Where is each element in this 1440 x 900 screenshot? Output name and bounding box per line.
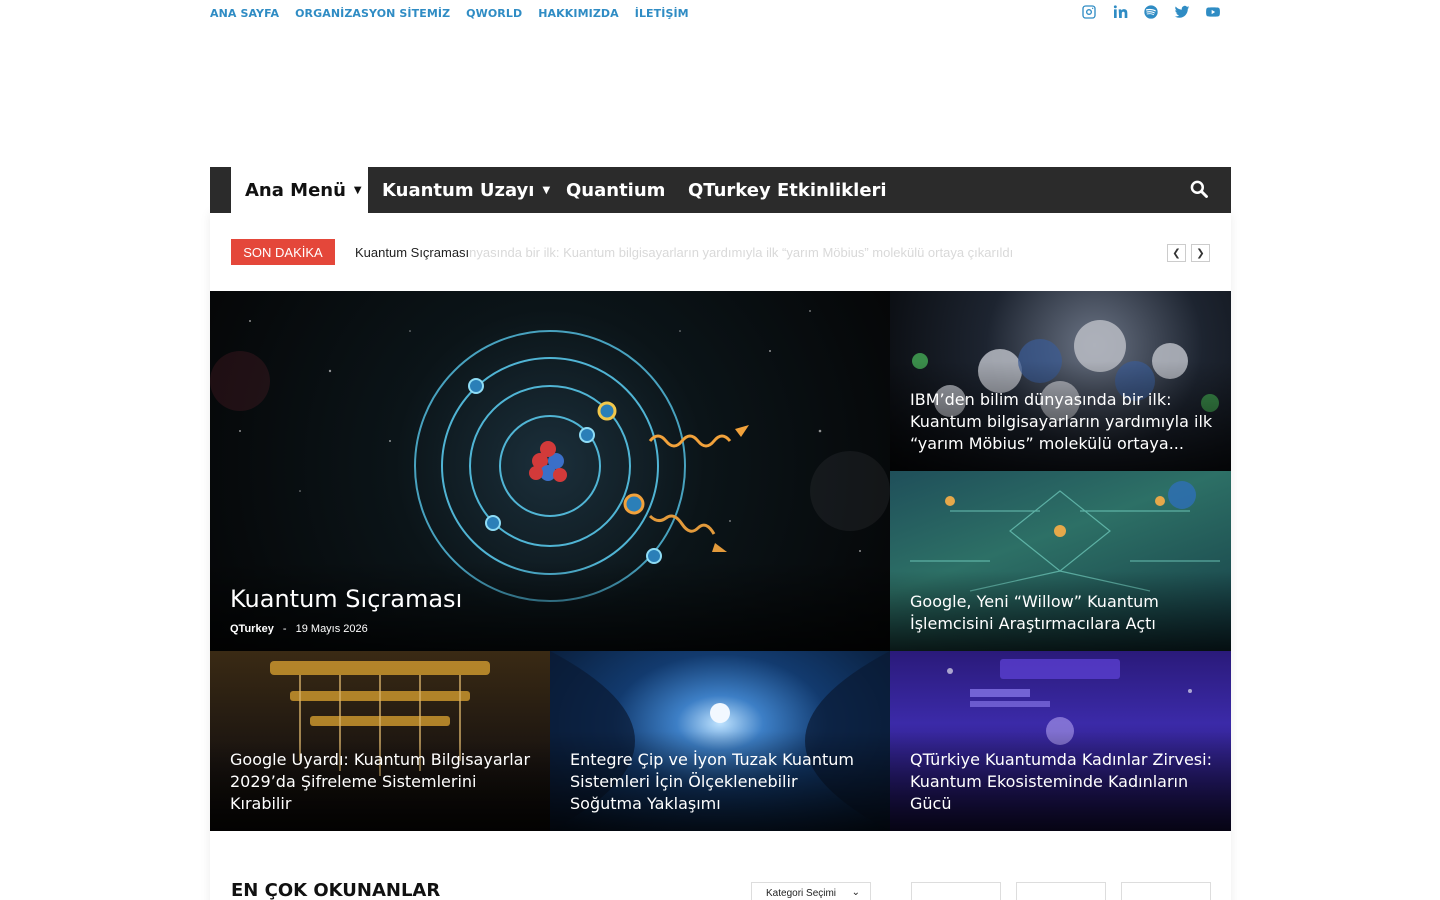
ticker-next-button[interactable]: ❯: [1191, 244, 1210, 262]
chevron-right-icon: ❯: [1196, 247, 1205, 259]
top-link-about[interactable]: HAKKIMIZDA: [538, 7, 619, 20]
bottom-post-2-title[interactable]: Entegre Çip ve İyon Tuzak Kuantum Sistem…: [570, 749, 872, 815]
featured-post-title[interactable]: Kuantum Sıçraması: [230, 585, 462, 613]
category-select[interactable]: Kategori Seçimi ⌄: [751, 882, 871, 900]
youtube-icon[interactable]: [1203, 3, 1223, 21]
menu-item-quantium[interactable]: Quantium: [566, 167, 665, 213]
search-icon[interactable]: [1189, 179, 1211, 201]
top-link-organization[interactable]: ORGANİZASYON SİTEMİZ: [295, 7, 450, 20]
side-post-1-title[interactable]: IBM’den bilim dünyasında bir ilk: Kuantu…: [910, 389, 1213, 455]
bottom-post-1-title[interactable]: Google Uyardı: Kuantum Bilgisayarlar 202…: [230, 749, 532, 815]
breaking-news-ticker[interactable]: Kuantum Sıçramasınyasında bir ilk: Kuant…: [355, 245, 1013, 260]
social-links: [1079, 3, 1223, 21]
menu-item-label: Kuantum Uzayı: [382, 179, 535, 201]
menu-item-kuantum-uzayi[interactable]: Kuantum Uzayı ▼: [382, 167, 550, 213]
social-counter-instagram[interactable]: [911, 882, 1001, 900]
main-menu: Ana Menü ▼ Kuantum Uzayı ▼ Quantium QTur…: [210, 167, 1231, 213]
top-link-contact[interactable]: İLETİŞİM: [635, 7, 689, 20]
category-select-value: Kategori Seçimi: [766, 887, 837, 899]
top-link-qworld[interactable]: QWORLD: [466, 7, 522, 20]
bottom-post-1[interactable]: Google Uyardı: Kuantum Bilgisayarlar 202…: [210, 651, 550, 831]
instagram-icon[interactable]: [1079, 3, 1099, 21]
meta-separator: -: [282, 623, 287, 635]
chevron-left-icon: ❮: [1172, 247, 1181, 259]
featured-post-meta: QTurkey - 19 Mayıs 2026: [230, 623, 368, 635]
social-counter-youtube[interactable]: [1121, 882, 1211, 900]
bottom-post-2[interactable]: Entegre Çip ve İyon Tuzak Kuantum Sistem…: [550, 651, 890, 831]
social-counter-linkedin[interactable]: [1016, 882, 1106, 900]
side-post-2-title[interactable]: Google, Yeni “Willow” Kuantum İşlemcisin…: [910, 591, 1213, 635]
ticker-prev-button[interactable]: ❮: [1167, 244, 1186, 262]
top-link-home[interactable]: ANA SAYFA: [210, 7, 279, 20]
menu-item-label: QTurkey Etkinlikleri: [688, 179, 887, 201]
chevron-down-icon: ⌄: [851, 887, 860, 898]
ticker-headline[interactable]: Kuantum Sıçraması: [355, 245, 469, 260]
featured-post[interactable]: Kuantum Sıçraması QTurkey - 19 Mayıs 202…: [210, 291, 890, 651]
menu-item-qturkey-etkinlikleri[interactable]: QTurkey Etkinlikleri: [688, 167, 887, 213]
chevron-down-icon: ▼: [542, 184, 551, 196]
menu-item-label: Ana Menü: [245, 179, 346, 201]
breaking-news-badge: SON DAKİKA: [231, 239, 335, 265]
featured-post-date: 19 Mayıs 2026: [295, 623, 368, 635]
menu-item-ana-menu[interactable]: Ana Menü ▼: [231, 167, 368, 213]
side-post-2[interactable]: Google, Yeni “Willow” Kuantum İşlemcisin…: [890, 471, 1231, 651]
linkedin-icon[interactable]: [1110, 3, 1130, 21]
twitter-icon[interactable]: [1172, 3, 1192, 21]
menu-item-label: Quantium: [566, 179, 666, 201]
chevron-down-icon: ▼: [353, 184, 362, 196]
most-read-heading: EN ÇOK OKUNANLAR: [231, 880, 441, 900]
spotify-icon[interactable]: [1141, 3, 1161, 21]
bottom-post-3-title[interactable]: QTürkiye Kuantumda Kadınlar Zirvesi: Kua…: [910, 749, 1213, 815]
side-post-1[interactable]: IBM’den bilim dünyasında bir ilk: Kuantu…: [890, 291, 1231, 471]
top-bar: ANA SAYFA ORGANİZASYON SİTEMİZ QWORLD HA…: [210, 0, 1231, 30]
ticker-headline-faded: nyasında bir ilk: Kuantum bilgisayarları…: [469, 245, 1014, 260]
featured-post-author[interactable]: QTurkey: [230, 623, 274, 635]
bottom-post-3[interactable]: QTürkiye Kuantumda Kadınlar Zirvesi: Kua…: [890, 651, 1231, 831]
top-links: ANA SAYFA ORGANİZASYON SİTEMİZ QWORLD HA…: [210, 7, 689, 20]
